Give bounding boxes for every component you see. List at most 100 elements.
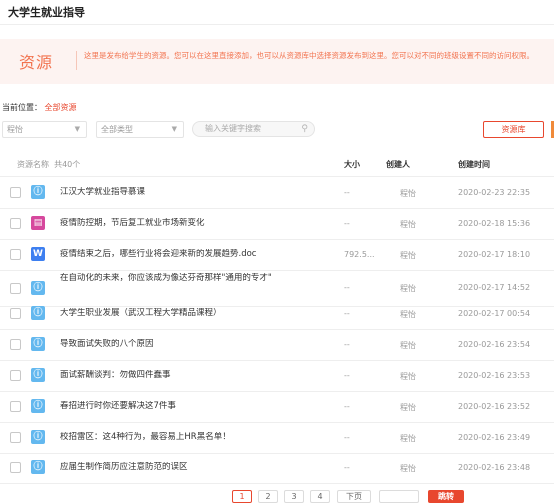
row-checkbox[interactable] (10, 249, 21, 260)
row-checkbox[interactable] (10, 218, 21, 229)
resource-library-button[interactable]: 资源库 (483, 121, 544, 138)
table-row[interactable]: ⓘ 大学生职业发展（武汉工程大学精品课程） -- 程怡 2020-02-17 0… (0, 299, 554, 330)
ppt-icon: ▤ (31, 216, 45, 230)
link-icon: ⓘ (31, 185, 45, 199)
resource-time: 2020-02-16 23:54 (458, 340, 531, 349)
resource-size: -- (344, 433, 350, 442)
breadcrumb-current[interactable]: 全部资源 (45, 103, 77, 112)
resource-time: 2020-02-23 22:35 (458, 188, 531, 197)
header-size: 大小 (344, 160, 360, 169)
breadcrumb-label: 当前位置： (2, 103, 42, 112)
resource-time: 2020-02-16 23:53 (458, 371, 531, 380)
title-divider (0, 24, 554, 25)
resource-size: -- (344, 283, 350, 292)
table-row[interactable]: W 疫情结束之后，哪些行业将会迎来新的发展趋势.doc 792.5... 程怡 … (0, 240, 554, 271)
banner-description: 这里是发布给学生的资源。您可以在这里直接添加，也可以从资源库中选择资源发布到这里… (84, 49, 554, 62)
link-icon: ⓘ (31, 399, 45, 413)
resource-size: -- (344, 309, 350, 318)
link-icon: ⓘ (31, 368, 45, 382)
table-row[interactable]: ▤ 疫情防控期，节后复工就业市场新变化 -- 程怡 2020-02-18 15:… (0, 209, 554, 240)
table-row[interactable]: ⓘ 导致面试失败的八个原因 -- 程怡 2020-02-16 23:54 (0, 330, 554, 361)
resource-size: -- (344, 402, 350, 411)
resource-name[interactable]: 应届生制作简历应注意防范的误区 (60, 462, 335, 473)
resource-name[interactable]: 江汉大学就业指导慕课 (60, 187, 335, 198)
breadcrumb: 当前位置： 全部资源 (2, 102, 77, 113)
info-banner: 资源 这里是发布给学生的资源。您可以在这里直接添加，也可以从资源库中选择资源发布… (0, 39, 554, 84)
search-placeholder: 输入关键字搜索 (205, 124, 261, 133)
search-input[interactable]: 输入关键字搜索 ⚲ (192, 121, 315, 137)
row-checkbox[interactable] (10, 401, 21, 412)
row-checkbox[interactable] (10, 339, 21, 350)
resource-time: 2020-02-17 00:54 (458, 309, 531, 318)
resource-creator: 程怡 (400, 284, 416, 293)
resource-size: -- (344, 340, 350, 349)
resource-creator: 程怡 (400, 189, 416, 198)
table-header: 资源名称 共40个 大小 创建人 创建时间 (0, 147, 554, 177)
page-jump-input[interactable] (379, 490, 419, 503)
resource-size: -- (344, 463, 350, 472)
link-icon: ⓘ (31, 460, 45, 474)
table-row[interactable]: ⓘ 应届生制作简历应注意防范的误区 -- 程怡 2020-02-16 23:48 (0, 453, 554, 484)
link-icon: ⓘ (31, 281, 45, 295)
row-checkbox[interactable] (10, 462, 21, 473)
table-row[interactable]: ⓘ 江汉大学就业指导慕课 -- 程怡 2020-02-23 22:35 (0, 178, 554, 209)
link-icon: ⓘ (31, 306, 45, 320)
resource-size: 792.5... (344, 250, 375, 259)
resource-count: 共40个 (54, 160, 81, 169)
resource-size: -- (344, 219, 350, 228)
page-button-4[interactable]: 4 (310, 490, 330, 503)
resource-creator: 程怡 (400, 220, 416, 229)
header-creator: 创建人 (386, 160, 410, 169)
resource-name[interactable]: 导致面试失败的八个原因 (60, 339, 335, 350)
search-icon[interactable]: ⚲ (301, 122, 308, 136)
table-row[interactable]: ⓘ 春招进行时你还要解决这7件事 -- 程怡 2020-02-16 23:52 (0, 392, 554, 423)
resource-time: 2020-02-16 23:48 (458, 463, 531, 472)
banner-divider (76, 51, 77, 70)
resource-creator: 程怡 (400, 341, 416, 350)
resource-time: 2020-02-16 23:49 (458, 433, 531, 442)
header-name-label: 资源名称 (17, 160, 49, 169)
row-checkbox[interactable] (10, 370, 21, 381)
resource-time: 2020-02-17 14:52 (458, 283, 531, 292)
table-row[interactable]: ⓘ 面试薪酬谈判：勿做四件蠢事 -- 程怡 2020-02-16 23:53 (0, 361, 554, 392)
jump-button[interactable]: 跳转 (428, 490, 464, 503)
resource-time: 2020-02-16 23:52 (458, 402, 531, 411)
resource-name[interactable]: 校招雷区：这4种行为，最容易上HR黑名单！ (60, 432, 335, 443)
creator-filter-select[interactable]: 程怡 ▼ (2, 121, 87, 138)
banner-description-text: 这里是发布给学生的资源。您可以在这里直接添加，也可以从资源库中选择资源发布到这里… (84, 51, 534, 60)
link-icon: ⓘ (31, 337, 45, 351)
row-checkbox[interactable] (10, 187, 21, 198)
word-doc-icon: W (31, 247, 45, 261)
page-title: 大学生就业指导 (8, 6, 85, 19)
resource-name[interactable]: 疫情防控期，节后复工就业市场新变化 (60, 218, 335, 229)
row-checkbox[interactable] (10, 283, 21, 294)
resource-size: -- (344, 188, 350, 197)
pagination: 1 2 3 4 下页 跳转 (0, 490, 554, 504)
resource-name[interactable]: 春招进行时你还要解决这7件事 (60, 401, 335, 412)
row-checkbox[interactable] (10, 432, 21, 443)
resource-creator: 程怡 (400, 403, 416, 412)
resource-name[interactable]: 大学生职业发展（武汉工程大学精品课程） (60, 308, 335, 319)
resource-name[interactable]: 在自动化的未来，你应该成为像达芬奇那样"通用的专才" (60, 273, 330, 284)
resource-creator: 程怡 (400, 372, 416, 381)
resource-size: -- (344, 371, 350, 380)
page-button-3[interactable]: 3 (284, 490, 304, 503)
chevron-down-icon: ▼ (171, 125, 177, 133)
page-button-2[interactable]: 2 (258, 490, 278, 503)
next-page-button[interactable]: 下页 (337, 490, 371, 503)
resource-creator: 程怡 (400, 434, 416, 443)
chevron-down-icon: ▼ (74, 125, 80, 133)
resource-creator: 程怡 (400, 251, 416, 260)
resource-name[interactable]: 面试薪酬谈判：勿做四件蠢事 (60, 370, 335, 381)
type-filter-select[interactable]: 全部类型 ▼ (96, 121, 184, 138)
table-row[interactable]: ⓘ 校招雷区：这4种行为，最容易上HR黑名单！ -- 程怡 2020-02-16… (0, 423, 554, 454)
resource-time: 2020-02-17 18:10 (458, 250, 531, 259)
row-checkbox[interactable] (10, 308, 21, 319)
resource-time: 2020-02-18 15:36 (458, 219, 531, 228)
page-button-1[interactable]: 1 (232, 490, 252, 503)
resource-name[interactable]: 疫情结束之后，哪些行业将会迎来新的发展趋势.doc (60, 249, 335, 260)
creator-filter-value: 程怡 (7, 125, 23, 134)
resource-creator: 程怡 (400, 310, 416, 319)
header-name: 资源名称 共40个 (17, 159, 80, 170)
type-filter-value: 全部类型 (101, 125, 133, 134)
